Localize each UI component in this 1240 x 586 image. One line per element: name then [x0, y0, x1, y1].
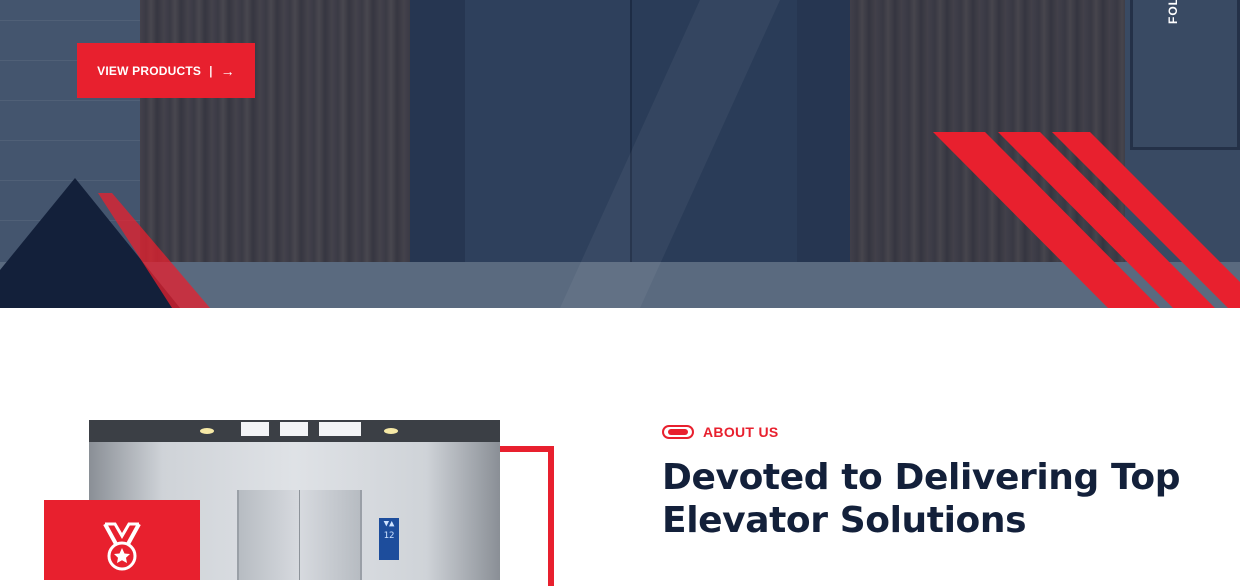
- elevator-floor-display: ▼▲ 12: [379, 518, 399, 560]
- ceiling-panel: [241, 422, 269, 436]
- medal-icon: [103, 522, 141, 571]
- hero-glass-shard: [560, 0, 780, 308]
- elevator-door-split: [299, 490, 300, 580]
- elevator-floor-number: 12: [383, 531, 395, 541]
- view-products-button[interactable]: VIEW PRODUCTS | →: [77, 43, 255, 98]
- ceiling-light: [384, 428, 398, 434]
- hero-red-stripe-3: [1052, 132, 1240, 308]
- arrow-right-icon: →: [220, 62, 235, 79]
- about-heading: Devoted to Delivering Top Elevator Solut…: [662, 457, 1181, 541]
- about-section-label: ABOUT US: [662, 424, 779, 440]
- follow-text: FOLLOW: [1166, 0, 1180, 24]
- hero-section: VIEW PRODUCTS | → FOLLOW: [0, 0, 1240, 308]
- follow-link[interactable]: FOLLOW: [1160, 0, 1186, 26]
- ceiling-panel: [280, 422, 308, 436]
- ceiling-panel: [333, 422, 361, 436]
- view-products-label: VIEW PRODUCTS: [97, 63, 202, 78]
- award-badge: [44, 500, 200, 580]
- about-image-frame: [500, 446, 554, 586]
- ceiling-light: [200, 428, 214, 434]
- pill-icon: [662, 425, 694, 439]
- about-label-text: ABOUT US: [703, 424, 779, 440]
- view-products-separator: |: [209, 63, 213, 78]
